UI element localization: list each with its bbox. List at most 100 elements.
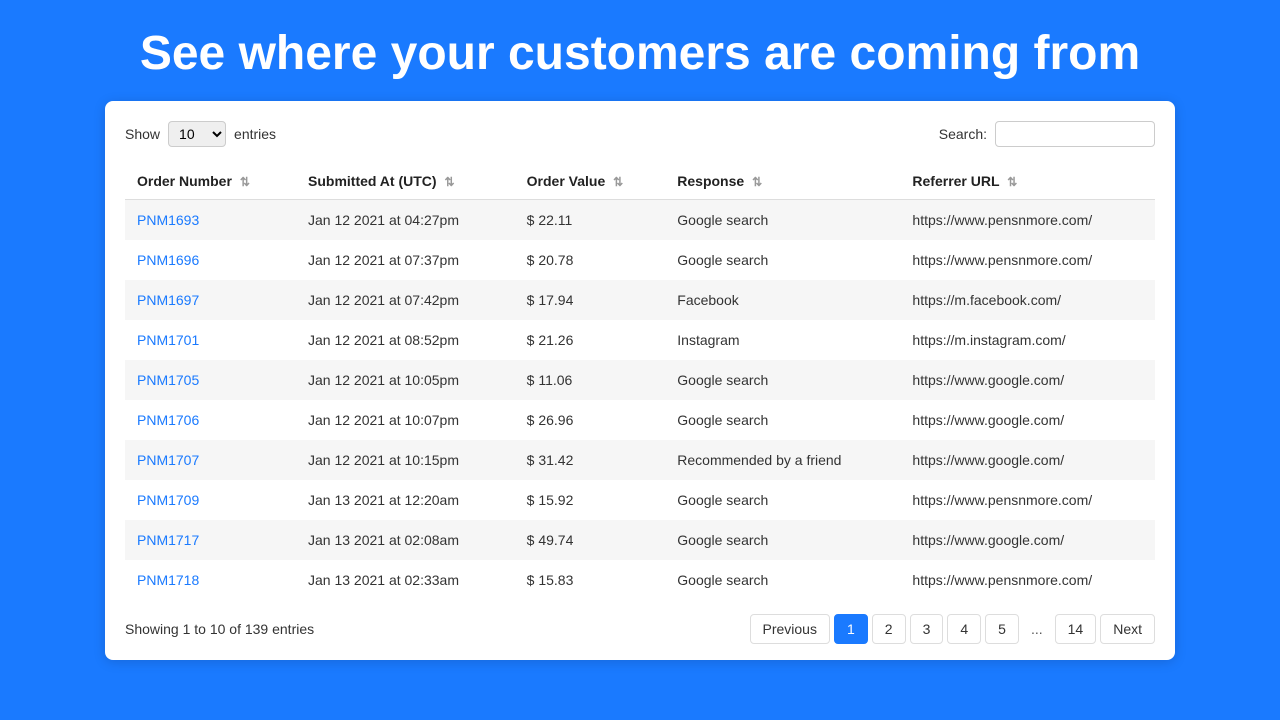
page-4-button[interactable]: 4 [947,614,981,644]
col-order-value[interactable]: Order Value ⇅ [515,163,666,200]
table-row: PNM1697 Jan 12 2021 at 07:42pm$ 17.94Face… [125,280,1155,320]
col-submitted-at[interactable]: Submitted At (UTC) ⇅ [296,163,515,200]
table-container: Show 10 25 50 100 entries Search: Order … [105,101,1175,660]
search-input[interactable] [995,121,1155,147]
table-row: PNM1707 Jan 12 2021 at 10:15pm$ 31.42Reco… [125,440,1155,480]
order-number-link[interactable]: PNM1696 [137,252,199,268]
response-cell: Google search [665,480,900,520]
order-number-cell[interactable]: PNM1718 [125,560,296,600]
referrer-url-cell: https://www.google.com/ [900,400,1155,440]
pagination: Previous 1 2 3 4 5 ... 14 Next [750,614,1156,644]
response-cell: Recommended by a friend [665,440,900,480]
table-row: PNM1705 Jan 12 2021 at 10:05pm$ 11.06Goog… [125,360,1155,400]
referrer-url-cell: https://www.pensnmore.com/ [900,199,1155,240]
entries-select[interactable]: 10 25 50 100 [168,121,226,147]
sort-icon-response: ⇅ [752,175,762,189]
page-14-button[interactable]: 14 [1055,614,1097,644]
order-number-cell[interactable]: PNM1693 [125,199,296,240]
referrer-url-cell: https://www.pensnmore.com/ [900,240,1155,280]
referrer-url-cell: https://www.pensnmore.com/ [900,560,1155,600]
showing-text: Showing 1 to 10 of 139 entries [125,621,314,637]
search-label: Search: [939,126,987,142]
submitted-at-cell: Jan 12 2021 at 10:05pm [296,360,515,400]
order-value-cell: $ 22.11 [515,199,666,240]
order-number-link[interactable]: PNM1718 [137,572,199,588]
order-number-cell[interactable]: PNM1701 [125,320,296,360]
entries-label: entries [234,126,276,142]
referrer-url-cell: https://m.facebook.com/ [900,280,1155,320]
submitted-at-cell: Jan 12 2021 at 07:37pm [296,240,515,280]
response-cell: Instagram [665,320,900,360]
submitted-at-cell: Jan 12 2021 at 04:27pm [296,199,515,240]
sort-icon-order-number: ⇅ [240,175,250,189]
submitted-at-cell: Jan 12 2021 at 08:52pm [296,320,515,360]
table-header: Order Number ⇅ Submitted At (UTC) ⇅ Orde… [125,163,1155,200]
show-label: Show [125,126,160,142]
table-row: PNM1718Jan 13 2021 at 02:33am$ 15.83Goog… [125,560,1155,600]
col-response[interactable]: Response ⇅ [665,163,900,200]
response-cell: Google search [665,360,900,400]
response-cell: Google search [665,199,900,240]
page-1-button[interactable]: 1 [834,614,868,644]
order-number-link[interactable]: PNM1697 [137,292,199,308]
response-cell: Facebook [665,280,900,320]
order-value-cell: $ 11.06 [515,360,666,400]
order-number-cell[interactable]: PNM1696 [125,240,296,280]
show-entries-control: Show 10 25 50 100 entries [125,121,276,147]
page-2-button[interactable]: 2 [872,614,906,644]
order-value-cell: $ 49.74 [515,520,666,560]
submitted-at-cell: Jan 13 2021 at 02:08am [296,520,515,560]
response-cell: Google search [665,560,900,600]
sort-icon-submitted-at: ⇅ [444,175,454,189]
referrer-url-cell: https://www.google.com/ [900,360,1155,400]
submitted-at-cell: Jan 12 2021 at 10:15pm [296,440,515,480]
pagination-ellipsis: ... [1023,615,1051,643]
col-referrer-url[interactable]: Referrer URL ⇅ [900,163,1155,200]
response-cell: Google search [665,400,900,440]
order-value-cell: $ 15.92 [515,480,666,520]
order-number-link[interactable]: PNM1707 [137,452,199,468]
table-row: PNM1706Jan 12 2021 at 10:07pm$ 26.96Goog… [125,400,1155,440]
page-5-button[interactable]: 5 [985,614,1019,644]
order-number-link[interactable]: PNM1693 [137,212,199,228]
order-value-cell: $ 15.83 [515,560,666,600]
order-number-link[interactable]: PNM1705 [137,372,199,388]
sort-icon-order-value: ⇅ [613,175,623,189]
table-row: PNM1717 Jan 13 2021 at 02:08am$ 49.74Goog… [125,520,1155,560]
col-order-number[interactable]: Order Number ⇅ [125,163,296,200]
order-value-cell: $ 20.78 [515,240,666,280]
next-button[interactable]: Next [1100,614,1155,644]
table-body: PNM1693Jan 12 2021 at 04:27pm$ 22.11Goog… [125,199,1155,600]
sort-icon-referrer-url: ⇅ [1007,175,1017,189]
order-number-cell[interactable]: PNM1697 [125,280,296,320]
order-value-cell: $ 31.42 [515,440,666,480]
table-row: PNM1693 Jan 12 2021 at 04:27pm$ 22.11Goog… [125,199,1155,240]
order-number-cell[interactable]: PNM1709 [125,480,296,520]
submitted-at-cell: Jan 12 2021 at 07:42pm [296,280,515,320]
previous-button[interactable]: Previous [750,614,830,644]
table-row: PNM1696 Jan 12 2021 at 07:37pm$ 20.78Goog… [125,240,1155,280]
search-area: Search: [939,121,1155,147]
submitted-at-cell: Jan 13 2021 at 12:20am [296,480,515,520]
response-cell: Google search [665,520,900,560]
order-number-cell[interactable]: PNM1717 [125,520,296,560]
page-3-button[interactable]: 3 [910,614,944,644]
referrer-url-cell: https://www.google.com/ [900,440,1155,480]
order-number-cell[interactable]: PNM1706 [125,400,296,440]
order-number-link[interactable]: PNM1717 [137,532,199,548]
referrer-url-cell: https://www.google.com/ [900,520,1155,560]
table-controls-top: Show 10 25 50 100 entries Search: [125,121,1155,147]
order-value-cell: $ 17.94 [515,280,666,320]
table-controls-bottom: Showing 1 to 10 of 139 entries Previous … [125,614,1155,644]
referrer-url-cell: https://www.pensnmore.com/ [900,480,1155,520]
data-table: Order Number ⇅ Submitted At (UTC) ⇅ Orde… [125,163,1155,600]
order-number-link[interactable]: PNM1709 [137,492,199,508]
response-cell: Google search [665,240,900,280]
order-number-cell[interactable]: PNM1707 [125,440,296,480]
order-number-link[interactable]: PNM1706 [137,412,199,428]
order-number-cell[interactable]: PNM1705 [125,360,296,400]
submitted-at-cell: Jan 12 2021 at 10:07pm [296,400,515,440]
referrer-url-cell: https://m.instagram.com/ [900,320,1155,360]
page-title: See where your customers are coming from [100,0,1180,101]
order-number-link[interactable]: PNM1701 [137,332,199,348]
